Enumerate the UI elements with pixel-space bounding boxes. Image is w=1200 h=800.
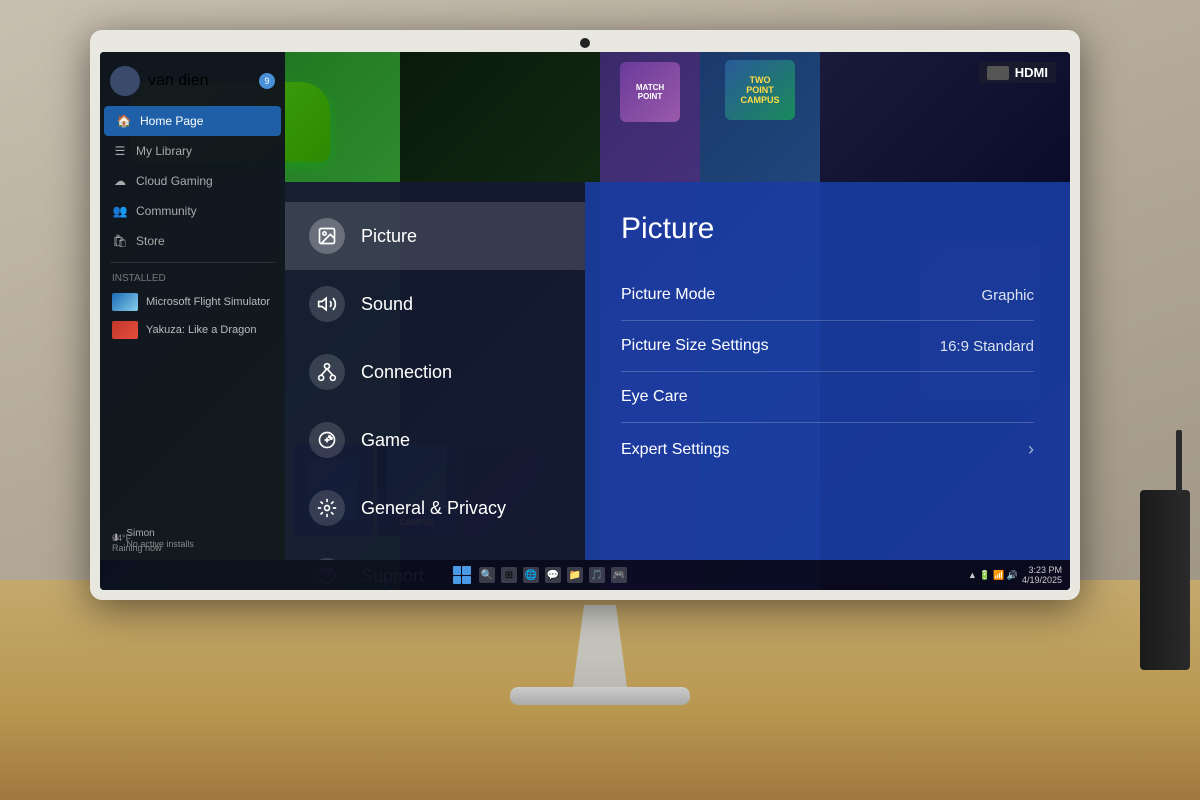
webcam	[580, 38, 590, 48]
game-bar-icon[interactable]: 🎮	[611, 567, 627, 583]
clock: 3:23 PM 4/19/2025	[1022, 565, 1062, 585]
yakuza-label: Yakuza: Like a Dragon	[146, 324, 256, 336]
weather-temp: 64°F	[112, 533, 131, 543]
search-taskbar-icon[interactable]: 🔍	[479, 567, 495, 583]
community-icon: 👥	[112, 203, 128, 219]
hdmi-label: HDMI	[1015, 65, 1048, 80]
sidebar-divider	[110, 262, 275, 263]
sound-menu-icon	[309, 286, 345, 322]
sidebar-library-label: My Library	[136, 144, 192, 158]
picture-mode-label: Picture Mode	[621, 286, 715, 304]
windows-button[interactable]	[451, 564, 473, 586]
hdmi-icon	[987, 66, 1009, 80]
settings-row-picture-size[interactable]: Picture Size Settings 16:9 Standard	[621, 321, 1034, 372]
win-tile-3	[453, 576, 462, 585]
browser-icon[interactable]: 🌐	[523, 567, 539, 583]
chat-icon[interactable]: 💬	[545, 567, 561, 583]
expert-settings-arrow: ›	[1028, 439, 1034, 460]
media-icon[interactable]: 🎵	[589, 567, 605, 583]
monitor-outer: HDMI MATCHPOINT TWO	[90, 30, 1080, 600]
eye-care-label: Eye Care	[621, 388, 688, 406]
menu-item-sound[interactable]: Sound	[285, 270, 585, 338]
screen: HDMI MATCHPOINT TWO	[100, 52, 1070, 590]
settings-overlay: Picture Sound	[285, 182, 1070, 560]
hdmi-badge: HDMI	[979, 62, 1056, 83]
sound-menu-label: Sound	[361, 294, 413, 315]
picture-size-label: Picture Size Settings	[621, 337, 769, 355]
settings-row-expert-settings[interactable]: Expert Settings ›	[621, 423, 1034, 476]
matchpoint-label: MATCHPOINT	[636, 83, 664, 101]
cloud-icon: ☁	[112, 173, 128, 189]
general-menu-label: General & Privacy	[361, 498, 506, 519]
sidebar-store-label: Store	[136, 234, 165, 248]
picture-menu-label: Picture	[361, 226, 417, 247]
taskbar-center: 🔍 ⊞ 🌐 💬 📁 🎵 🎮	[110, 564, 968, 586]
win-tile-1	[453, 566, 462, 575]
monitor-base	[510, 687, 690, 705]
settings-row-eye-care[interactable]: Eye Care	[621, 372, 1034, 423]
sidebar-avatar	[110, 66, 140, 96]
settings-panel-title: Picture	[621, 212, 1034, 246]
router	[1140, 490, 1190, 670]
clock-date: 4/19/2025	[1022, 575, 1062, 585]
system-tray-icons: ▲ 🔋 📶 🔊	[968, 570, 1018, 581]
sidebar: van dien 9 🏠 Home Page ☰ My Library ☁ Cl…	[100, 52, 285, 560]
picture-mode-value: Graphic	[981, 287, 1034, 304]
connection-menu-label: Connection	[361, 362, 452, 383]
clock-time: 3:23 PM	[1022, 565, 1062, 575]
expert-settings-label: Expert Settings	[621, 441, 730, 459]
sidebar-username: van dien	[148, 72, 209, 90]
home-icon: 🏠	[116, 113, 132, 129]
flight-sim-label: Microsoft Flight Simulator	[146, 296, 270, 308]
sidebar-section-installed: Installed	[100, 269, 285, 288]
game-menu-label: Game	[361, 430, 410, 451]
menu-item-game[interactable]: Game	[285, 406, 585, 474]
sidebar-item-store[interactable]: 🛍 Store	[100, 226, 285, 256]
taskbar-right: ▲ 🔋 📶 🔊 3:23 PM 4/19/2025	[968, 565, 1070, 585]
sidebar-item-home[interactable]: 🏠 Home Page	[104, 106, 281, 136]
sidebar-game-flight[interactable]: Microsoft Flight Simulator	[100, 288, 285, 316]
connection-menu-icon	[309, 354, 345, 390]
flight-sim-thumb	[112, 293, 138, 311]
yakuza-thumb	[112, 321, 138, 339]
settings-row-picture-mode[interactable]: Picture Mode Graphic	[621, 270, 1034, 321]
sidebar-cloud-label: Cloud Gaming	[136, 174, 213, 188]
store-icon: 🛍	[112, 233, 128, 249]
sidebar-item-community[interactable]: 👥 Community	[100, 196, 285, 226]
win-tile-4	[462, 576, 471, 585]
taskbar: 🔍 ⊞ 🌐 💬 📁 🎵 🎮 ▲ 🔋 📶 🔊 3:23 PM 4/19/2025	[100, 560, 1070, 590]
picture-size-value: 16:9 Standard	[940, 338, 1034, 355]
game-menu-icon	[309, 422, 345, 458]
sidebar-user[interactable]: van dien 9	[100, 60, 285, 102]
router-antenna	[1176, 430, 1182, 495]
win-tile-2	[462, 566, 471, 575]
menu-item-picture[interactable]: Picture	[285, 202, 585, 270]
general-menu-icon	[309, 490, 345, 526]
library-icon: ☰	[112, 143, 128, 159]
settings-panel: Picture Picture Mode Graphic Picture Siz…	[585, 182, 1070, 560]
menu-item-connection[interactable]: Connection	[285, 338, 585, 406]
matchpoint-thumb: MATCHPOINT	[620, 62, 680, 122]
settings-menu: Picture Sound	[285, 182, 585, 560]
sidebar-item-library[interactable]: ☰ My Library	[100, 136, 285, 166]
sidebar-notification: 9	[259, 73, 275, 89]
sidebar-community-label: Community	[136, 204, 197, 218]
weather-info: 64°F Raining now	[100, 531, 285, 555]
file-explorer-icon[interactable]: 📁	[567, 567, 583, 583]
menu-item-general[interactable]: General & Privacy	[285, 474, 585, 542]
sidebar-game-yakuza[interactable]: Yakuza: Like a Dragon	[100, 316, 285, 344]
sidebar-item-cloud[interactable]: ☁ Cloud Gaming	[100, 166, 285, 196]
picture-menu-icon	[309, 218, 345, 254]
campus-thumb: TWOPOINTCAMPUS	[725, 60, 795, 120]
weather-desc: Raining now	[112, 543, 162, 553]
campus-game-label: TWOPOINTCAMPUS	[740, 75, 779, 105]
sidebar-home-label: Home Page	[140, 114, 203, 128]
task-view-icon[interactable]: ⊞	[501, 567, 517, 583]
